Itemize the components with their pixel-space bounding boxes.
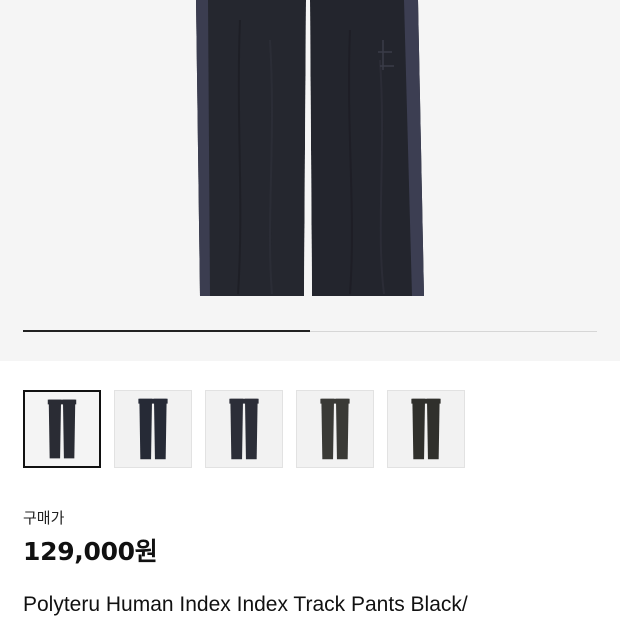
- thumbnail-3[interactable]: [205, 390, 283, 468]
- thumbnail-2[interactable]: [114, 390, 192, 468]
- thumbnail-image: [229, 398, 259, 460]
- product-image-carousel[interactable]: [0, 0, 620, 361]
- thumbnail-strip: [23, 390, 597, 470]
- gallery-progress-fill: [23, 330, 310, 332]
- product-image: [196, 0, 424, 296]
- price-value: 129,000원: [23, 537, 158, 566]
- thumbnail-image: [320, 398, 350, 460]
- gallery-progress-track: [23, 330, 597, 332]
- thumbnail-image: [411, 398, 441, 460]
- thumbnail-image: [138, 398, 168, 460]
- price-label: 구매가: [23, 509, 65, 527]
- thumbnail-image: [47, 399, 77, 459]
- thumbnail-4[interactable]: [296, 390, 374, 468]
- thumbnail-5[interactable]: [387, 390, 465, 468]
- thumbnail-1[interactable]: [23, 390, 101, 468]
- product-title: Polyteru Human Index Index Track Pants B…: [23, 593, 468, 616]
